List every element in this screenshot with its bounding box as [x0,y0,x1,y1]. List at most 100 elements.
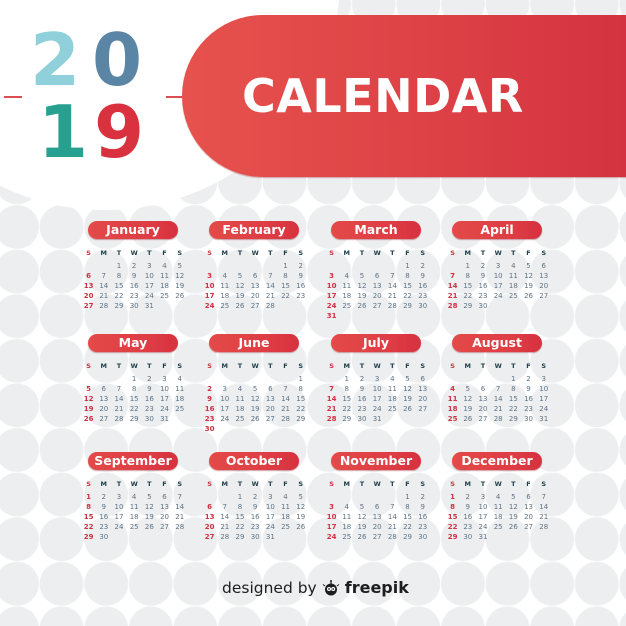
day-cell: 13 [265,395,275,403]
day-cell: 7 [450,272,456,280]
day-cell: 23 [129,292,139,300]
day-cell: 9 [147,385,152,393]
weekday-header: S [177,480,183,488]
weekday-header: F [526,249,531,257]
day-cell: 28 [265,302,275,310]
day-grid: S M T W T F S 1 2 3 4 5 6 7 8 9 10 11 12 13 14 15 16 17 18 19 20 21… [202,361,305,434]
weekday-header: M [221,480,229,488]
day-cell: 3 [207,272,213,280]
weekday-header: M [343,249,351,257]
day-cell: 19 [144,513,154,521]
weekday-header: T [359,480,365,488]
weekday-header: T [359,362,365,370]
day-cell: 26 [357,533,367,541]
empty-cell [339,261,354,271]
day-cell: 1 [116,262,122,270]
day-cell: 13 [418,385,428,393]
day-cell: 6 [101,385,107,393]
year-digit-1: 1 [38,90,88,174]
day-cell: 13 [160,503,169,511]
calendar-title: CALENDAR [242,69,524,123]
day-cell: 9 [420,272,425,280]
month-title: December [452,452,542,470]
weekday-header: T [511,480,516,488]
day-cell: 14 [493,395,503,403]
day-cell: 29 [508,415,518,423]
weekday-header: W [251,480,259,488]
day-cell: 10 [372,385,382,393]
day-cell: 12 [144,503,154,511]
day-cell: 16 [129,282,139,290]
day-cell: 29 [342,415,352,423]
day-cell: 6 [526,493,531,501]
empty-cell [217,261,232,271]
weekday-header: F [283,480,288,488]
month-august: August S M T W T F S 1 2 3 4 5 6 7 8 9 10 11 12 13 14 15 16 17 18… [434,334,548,424]
day-cell: 22 [403,292,412,300]
day-cell: 18 [387,395,397,403]
weekday-header: W [251,362,259,370]
day-cell: 19 [250,405,260,413]
day-cell: 21 [387,292,397,300]
day-cell: 8 [450,503,456,511]
day-cell: 25 [508,292,518,300]
day-cell: 13 [204,513,215,521]
day-cell: 25 [387,405,397,413]
day-cell: 10 [326,513,337,521]
day-cell: 1 [298,375,303,383]
day-cell: 8 [511,385,516,393]
day-cell: 20 [83,292,94,300]
year-digit-2: 2 [30,18,80,102]
day-cell: 3 [329,503,335,511]
day-cell: 14 [387,282,397,290]
weekday-header: F [405,249,410,257]
day-cell: 27 [539,292,549,300]
day-cell: 3 [495,262,501,270]
day-cell: 25 [235,415,245,423]
day-cell: 9 [465,503,471,511]
weekday-header: M [343,362,351,370]
weekday-header: F [283,249,288,257]
day-cell: 7 [116,385,122,393]
day-cell: 20 [265,405,275,413]
day-cell: 26 [463,415,473,423]
day-cell: 24 [265,523,275,531]
day-cell: 7 [283,385,288,393]
day-cell: 25 [175,405,185,413]
day-cell: 26 [524,292,533,300]
day-cell: 14 [326,395,337,403]
weekday-header: S [177,249,183,257]
day-cell: 28 [387,533,397,541]
day-cell: 5 [237,272,243,280]
day-grid: S M T W T F S 1 2 3 4 5 6 7 8 9 10 11 12 13 14 15 16 17 18 19 20 21… [324,248,427,321]
day-cell: 30 [250,533,260,541]
day-cell: 25 [493,523,503,531]
day-cell: 12 [296,503,306,511]
day-cell: 10 [493,272,503,280]
day-cell: 5 [298,493,303,501]
day-cell: 16 [418,282,428,290]
day-grid: S M T W T F S 1 2 3 4 5 6 7 8 9 10 11 12 13 14 15 16 17 18 19 20 21… [202,479,305,542]
day-cell: 25 [342,302,352,310]
day-cell: 24 [372,405,382,413]
day-cell: 3 [329,272,335,280]
weekday-header: S [207,249,212,257]
day-cell: 22 [342,405,352,413]
day-cell: 2 [526,375,531,383]
day-cell: 9 [207,395,213,403]
day-cell: 21 [99,292,109,300]
day-cell: 11 [342,513,352,521]
day-cell: 4 [344,272,350,280]
month-title: May [88,334,178,352]
empty-cell [339,492,354,502]
day-cell: 20 [204,523,215,531]
day-cell: 7 [177,493,182,501]
day-cell: 21 [387,523,397,531]
day-cell: 8 [298,385,303,393]
day-cell: 1 [237,493,243,501]
weekday-header: W [130,249,138,257]
day-cell: 5 [465,385,471,393]
day-cell: 17 [493,282,503,290]
day-cell: 17 [326,523,337,531]
day-cell: 3 [541,375,546,383]
